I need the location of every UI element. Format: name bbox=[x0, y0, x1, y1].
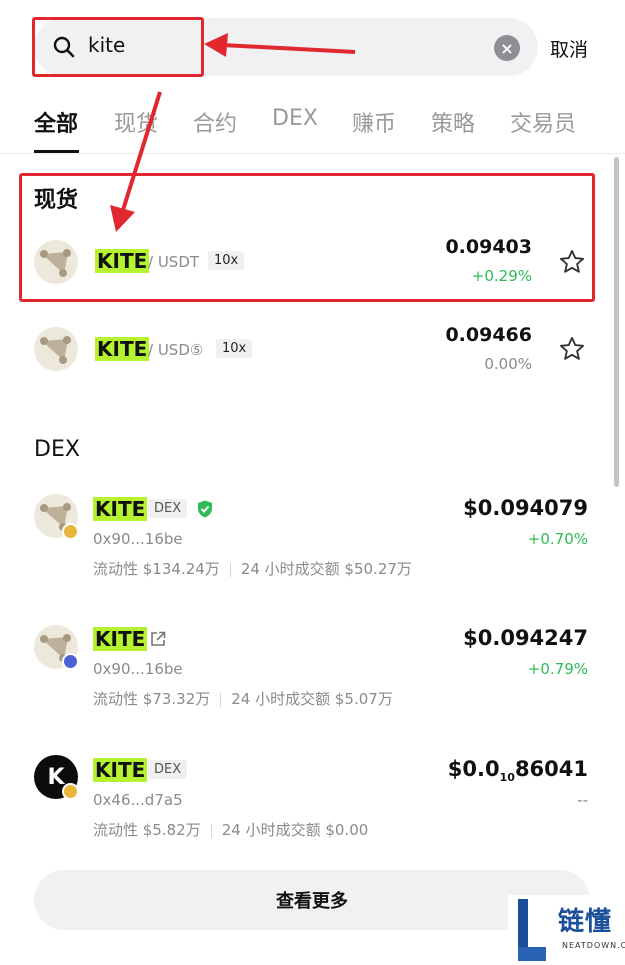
bnb-chain-icon bbox=[62, 523, 79, 540]
watermark-text: 链懂 bbox=[558, 907, 613, 937]
change: +0.70% bbox=[527, 530, 588, 548]
kite-logo bbox=[34, 327, 78, 371]
price-rest: 86041 bbox=[514, 757, 588, 781]
volume-24h: 24 小时成交额 $0.00 bbox=[221, 821, 369, 839]
section-title-dex: DEX bbox=[34, 437, 80, 462]
tab-strategy[interactable]: 策略 bbox=[431, 106, 475, 138]
tab-futures[interactable]: 合约 bbox=[193, 106, 237, 138]
star-icon[interactable] bbox=[558, 335, 586, 363]
category-tabs: 全部 现货 合约 DEX 赚币 策略 交易员 bbox=[34, 106, 625, 140]
price: $0.01086041 bbox=[448, 757, 588, 784]
view-more-button[interactable]: 查看更多 bbox=[34, 870, 590, 930]
contract-address: 0x90...16be bbox=[93, 530, 183, 548]
verified-shield-icon bbox=[198, 500, 212, 518]
clear-icon[interactable]: × bbox=[494, 35, 520, 61]
pair-quote: / USD⑤ bbox=[148, 341, 204, 359]
ticker: KITE bbox=[95, 337, 150, 361]
external-link-icon[interactable] bbox=[149, 630, 167, 648]
annotation-box-search bbox=[32, 17, 204, 77]
liquidity: 流动性 $73.32万 bbox=[93, 690, 211, 708]
tab-dex[interactable]: DEX bbox=[272, 106, 318, 131]
change: -- bbox=[577, 791, 588, 809]
scrollbar[interactable] bbox=[614, 157, 619, 487]
tab-all[interactable]: 全部 bbox=[34, 106, 78, 138]
leverage-badge: 10x bbox=[216, 339, 253, 358]
ticker: KITE bbox=[93, 758, 148, 782]
contract-address: 0x46...d7a5 bbox=[93, 791, 183, 809]
contract-address: 0x90...16be bbox=[93, 660, 183, 678]
change: +0.79% bbox=[527, 660, 588, 678]
ticker: KITE bbox=[93, 497, 148, 521]
bnb-chain-icon bbox=[62, 783, 79, 800]
dex-badge: DEX bbox=[148, 760, 188, 779]
watermark-logo: 链懂 NEATDOWN.COM bbox=[508, 895, 625, 965]
divider bbox=[0, 153, 625, 154]
volume-24h: 24 小时成交额 $50.27万 bbox=[240, 560, 412, 578]
price: 0.09466 bbox=[445, 324, 532, 346]
change: 0.00% bbox=[484, 355, 532, 373]
ethereum-chain-icon bbox=[62, 653, 79, 670]
price-zero-count: 10 bbox=[499, 771, 515, 785]
cancel-button[interactable]: 取消 bbox=[550, 35, 588, 62]
watermark-subtext: NEATDOWN.COM bbox=[562, 941, 625, 950]
brand-mark bbox=[518, 899, 546, 961]
dex-badge: DEX bbox=[148, 499, 188, 518]
price-main: $0.0 bbox=[447, 757, 500, 781]
liquidity: 流动性 $5.82万 bbox=[93, 821, 201, 839]
liquidity-volume: 流动性 $134.24万 24 小时成交额 $50.27万 bbox=[93, 558, 412, 579]
price: $0.094079 bbox=[463, 496, 588, 520]
tab-traders[interactable]: 交易员 bbox=[510, 106, 576, 138]
liquidity-volume: 流动性 $5.82万 24 小时成交额 $0.00 bbox=[93, 819, 368, 840]
volume-24h: 24 小时成交额 $5.07万 bbox=[231, 690, 393, 708]
tab-earn[interactable]: 赚币 bbox=[352, 106, 396, 138]
price: $0.094247 bbox=[463, 626, 588, 650]
annotation-box-result bbox=[19, 173, 595, 302]
liquidity-volume: 流动性 $73.32万 24 小时成交额 $5.07万 bbox=[93, 688, 393, 709]
liquidity: 流动性 $134.24万 bbox=[93, 560, 220, 578]
tab-spot[interactable]: 现货 bbox=[114, 106, 158, 138]
ticker: KITE bbox=[93, 627, 148, 651]
